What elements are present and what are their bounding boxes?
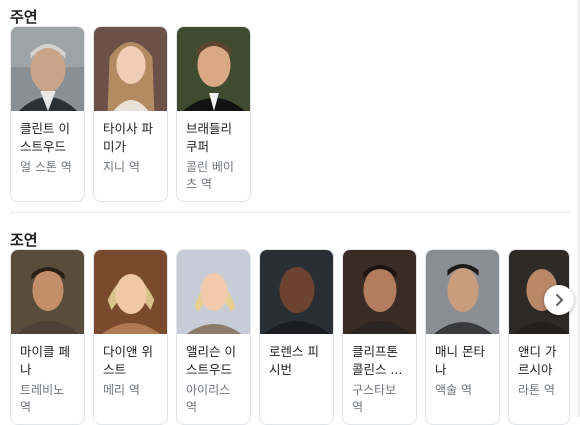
lead-cast-row: 클린트 이스트우드 얼 스톤 역 타이사 파미가 지니 역 브래들리 쿠퍼 콜린… [10,26,251,202]
cast-card-dianne-wiest[interactable]: 다이앤 위스트 메리 역 [93,249,168,425]
actor-name: 매니 몬타나 [435,344,485,377]
actor-name: 앤디 가르시아 [518,344,557,377]
actor-photo [94,27,167,111]
chevron-right-icon [556,294,563,306]
actor-photo [177,27,250,111]
lead-cast-title: 주연 [10,8,38,26]
cast-card-clint-eastwood[interactable]: 클린트 이스트우드 얼 스톤 역 [10,26,85,202]
actor-name: 클리프톤 콜린스 ... [352,344,403,377]
actor-photo [260,250,333,334]
actor-name: 브래들리 쿠퍼 [186,121,233,154]
carousel-next-button[interactable] [544,285,574,315]
actor-name: 다이앤 위스트 [103,344,153,377]
cast-card-taissa-farmiga[interactable]: 타이사 파미가 지니 역 [93,26,168,202]
actor-photo [343,250,416,334]
actor-role: 아이리스 역 [186,383,231,414]
section-divider [10,212,570,213]
actor-role: 액술 역 [435,383,472,397]
cast-card-michael-pena[interactable]: 마이클 페나 트레비노 역 [10,249,85,425]
actor-photo [426,250,499,334]
actor-name: 로렌스 피시번 [269,344,319,377]
actor-photo [11,27,84,111]
actor-photo [177,250,250,334]
actor-name: 타이사 파미가 [103,121,153,154]
actor-role: 라톤 역 [518,383,555,397]
cast-card-alison-eastwood[interactable]: 앨리슨 이스트우드 아이리스 역 [176,249,251,425]
actor-role: 메리 역 [103,383,140,397]
actor-photo [94,250,167,334]
actor-role: 구스타보 역 [352,383,397,414]
actor-photo [11,250,84,334]
supporting-cast-title: 조연 [10,231,38,249]
actor-name: 클린트 이스트우드 [20,121,70,154]
actor-name: 마이클 페나 [20,344,70,377]
cast-card-clifton-collins[interactable]: 클리프톤 콜린스 ... 구스타보 역 [342,249,417,425]
cast-card-laurence-fishburne[interactable]: 로렌스 피시번 [259,249,334,425]
actor-role [260,379,333,390]
actor-role: 콜린 베이츠 역 [186,160,234,191]
cast-card-andy-garcia[interactable]: 앤디 가르시아 라톤 역 [508,249,570,425]
actor-role: 지니 역 [103,160,140,174]
cast-card-manny-montana[interactable]: 매니 몬타나 액술 역 [425,249,500,425]
actor-name: 앨리슨 이스트우드 [186,344,236,377]
supporting-cast-row: 마이클 페나 트레비노 역 다이앤 위스트 메리 역 앨리슨 이스트우드 아이리… [10,249,570,425]
actor-role: 트레비노 역 [20,383,65,414]
actor-role: 얼 스톤 역 [20,160,72,174]
cast-card-bradley-cooper[interactable]: 브래들리 쿠퍼 콜린 베이츠 역 [176,26,251,202]
